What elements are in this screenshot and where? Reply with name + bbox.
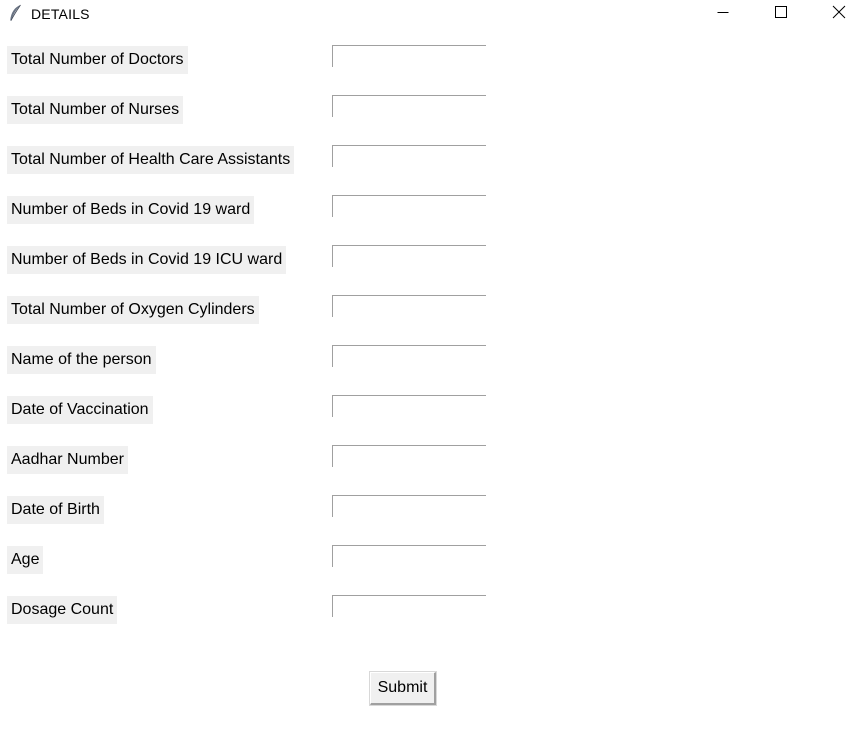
form-row-covid-ward-beds: Number of Beds in Covid 19 ward <box>0 195 858 226</box>
minimize-button[interactable] <box>700 0 746 28</box>
dosage-count-input[interactable] <box>332 595 486 617</box>
icu-ward-beds-label: Number of Beds in Covid 19 ICU ward <box>7 246 287 274</box>
nurses-label: Total Number of Nurses <box>7 96 184 124</box>
window-title: DETAILS <box>31 6 90 22</box>
covid-ward-beds-input[interactable] <box>332 195 486 217</box>
aadhar-number-label: Aadhar Number <box>7 446 128 474</box>
vaccination-date-label: Date of Vaccination <box>7 396 153 424</box>
date-of-birth-label: Date of Birth <box>7 496 104 524</box>
person-name-label: Name of the person <box>7 346 156 374</box>
age-input[interactable] <box>332 545 486 567</box>
doctors-input[interactable] <box>332 45 486 67</box>
form-row-nurses: Total Number of Nurses <box>0 95 858 126</box>
health-care-assistants-label: Total Number of Health Care Assistants <box>7 146 295 174</box>
form-row-date-of-birth: Date of Birth <box>0 495 858 526</box>
nurses-input[interactable] <box>332 95 486 117</box>
aadhar-number-input[interactable] <box>332 445 486 467</box>
vaccination-date-input[interactable] <box>332 395 486 417</box>
oxygen-cylinders-input[interactable] <box>332 295 486 317</box>
minimize-icon <box>717 5 729 23</box>
date-of-birth-input[interactable] <box>332 495 486 517</box>
maximize-button[interactable] <box>758 0 804 28</box>
age-label: Age <box>7 546 44 574</box>
maximize-icon <box>775 5 787 23</box>
form-row-health-care-assistants: Total Number of Health Care Assistants <box>0 145 858 176</box>
doctors-label: Total Number of Doctors <box>7 46 188 74</box>
oxygen-cylinders-label: Total Number of Oxygen Cylinders <box>7 296 259 324</box>
feather-icon <box>8 4 22 22</box>
form-row-vaccination-date: Date of Vaccination <box>0 395 858 426</box>
form-row-doctors: Total Number of Doctors <box>0 45 858 76</box>
health-care-assistants-input[interactable] <box>332 145 486 167</box>
form-row-person-name: Name of the person <box>0 345 858 376</box>
dosage-count-label: Dosage Count <box>7 596 118 624</box>
submit-button[interactable]: Submit <box>370 672 436 705</box>
close-button[interactable] <box>816 0 858 28</box>
form-row-age: Age <box>0 545 858 576</box>
form-row-dosage-count: Dosage Count <box>0 595 858 626</box>
form-row-aadhar-number: Aadhar Number <box>0 445 858 476</box>
form-row-icu-ward-beds: Number of Beds in Covid 19 ICU ward <box>0 245 858 276</box>
close-icon <box>832 5 846 24</box>
person-name-input[interactable] <box>332 345 486 367</box>
title-bar: DETAILS <box>0 0 858 28</box>
covid-ward-beds-label: Number of Beds in Covid 19 ward <box>7 196 255 224</box>
form-row-oxygen-cylinders: Total Number of Oxygen Cylinders <box>0 295 858 326</box>
icu-ward-beds-input[interactable] <box>332 245 486 267</box>
